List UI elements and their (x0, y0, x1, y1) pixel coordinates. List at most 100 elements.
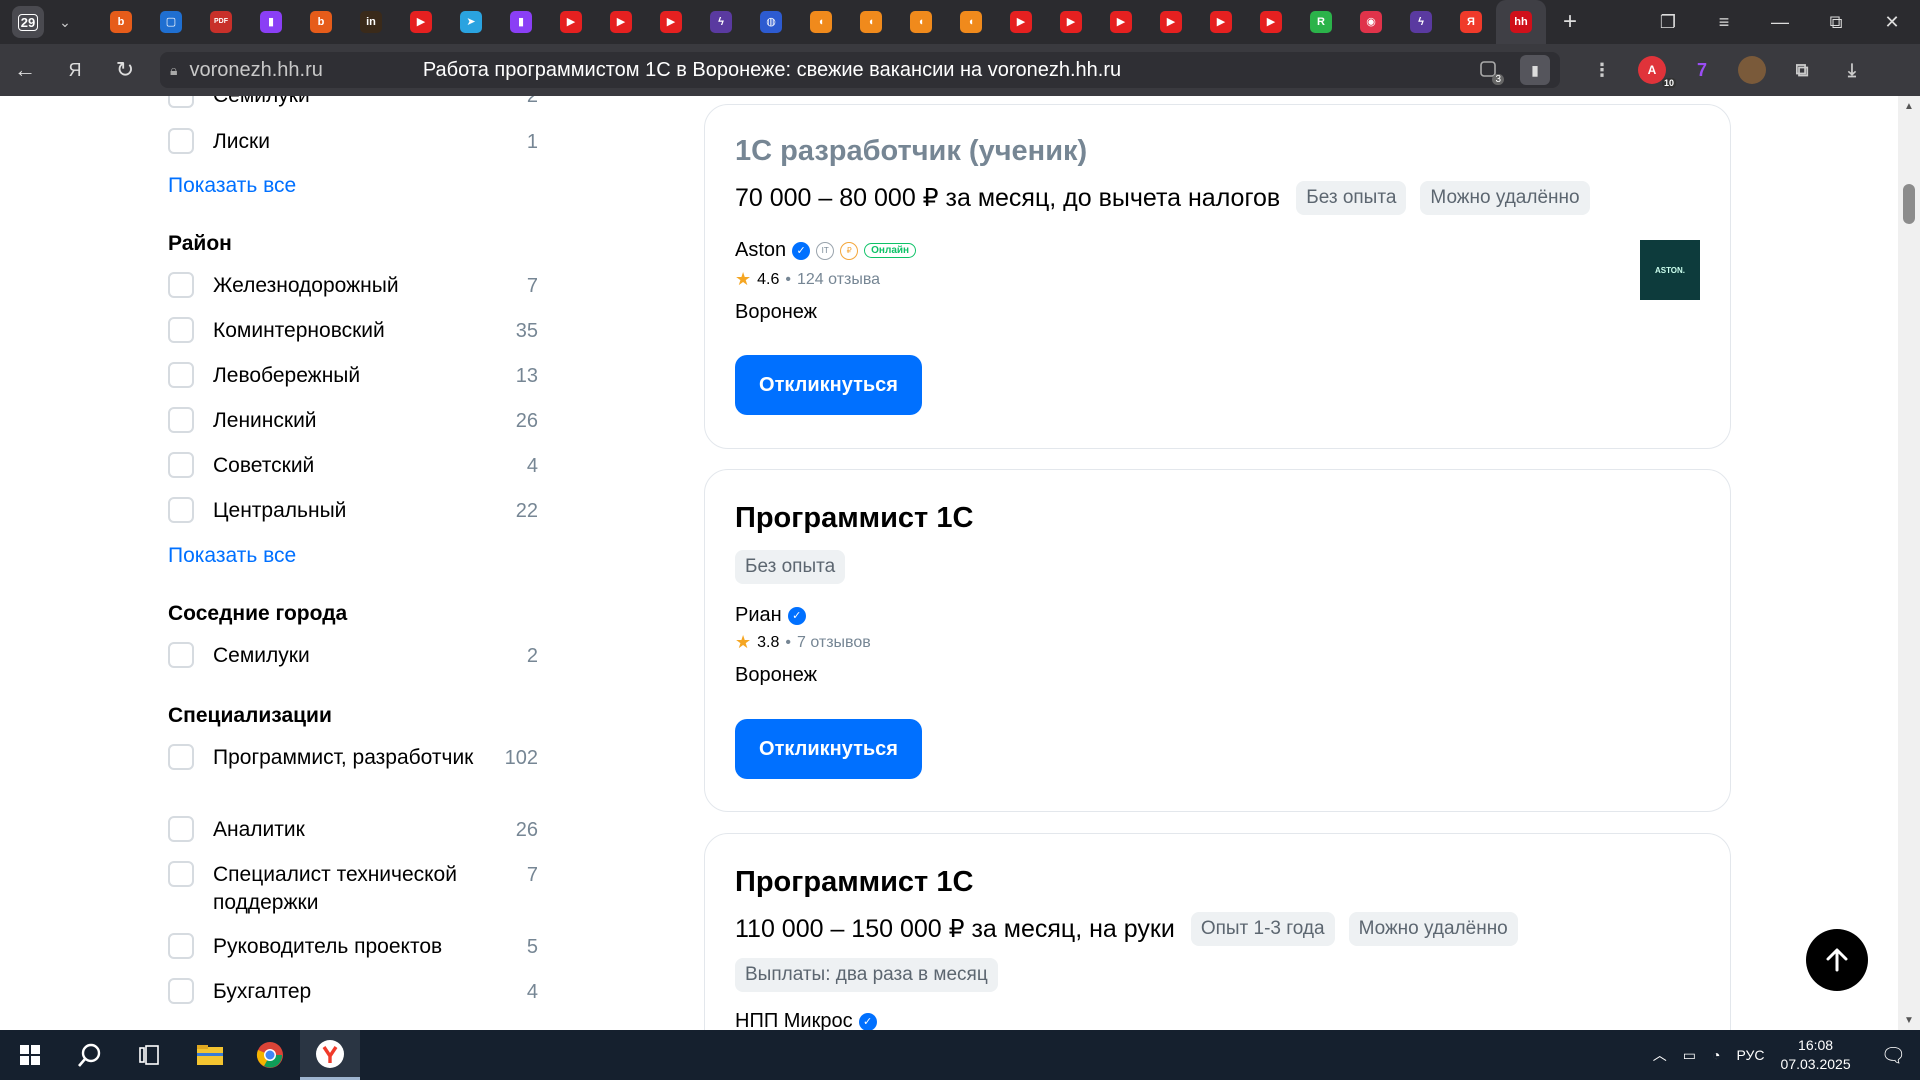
minimize-button[interactable]: — (1752, 0, 1808, 44)
filter-item[interactable]: Советский 4 (168, 452, 538, 480)
filter-checkbox[interactable] (168, 816, 194, 842)
tab-icon-25[interactable]: R (1296, 0, 1346, 44)
filter-checkbox[interactable] (168, 272, 194, 298)
scrollbar-thumb[interactable] (1903, 184, 1915, 224)
filter-item[interactable]: Аналитик 26 (168, 816, 538, 844)
filter-item[interactable]: Специалист технической поддержки 7 (168, 861, 538, 917)
menu-icon[interactable]: ≡ (1696, 0, 1752, 44)
tab-icon-22[interactable]: ▶ (1146, 0, 1196, 44)
extension-adblock-icon[interactable]: A 10 (1638, 56, 1676, 88)
tab-icon-6[interactable]: in (346, 0, 396, 44)
filter-checkbox[interactable] (168, 96, 194, 108)
tab-icon-19[interactable]: ▶ (996, 0, 1046, 44)
chevron-down-icon[interactable]: ⌄ (52, 6, 78, 38)
filter-item[interactable]: Коминтерновский 35 (168, 317, 538, 345)
notifications-icon[interactable]: 🗨︎ (1881, 1043, 1906, 1068)
tab-icon-1[interactable]: b (96, 0, 146, 44)
apply-button[interactable]: Откликнуться (735, 719, 922, 779)
tab-icon-16[interactable]: ◖ (846, 0, 896, 44)
tab-icon-28[interactable]: Я (1446, 0, 1496, 44)
filter-checkbox[interactable] (168, 744, 194, 770)
filter-item[interactable]: Лиски 1 (168, 128, 538, 156)
search-icon[interactable] (60, 1030, 120, 1080)
tab-icon-15[interactable]: ◖ (796, 0, 846, 44)
wifi-icon[interactable]: ◔ (1712, 1047, 1720, 1063)
tab-icon-27[interactable]: ϟ (1396, 0, 1446, 44)
windows-start-icon[interactable] (0, 1030, 60, 1080)
filter-item[interactable]: Программист, разработчик 102 (168, 744, 538, 772)
url-field[interactable]: 🔒︎ voronezh.hh.ru Работа программистом 1… (160, 52, 1560, 88)
restore-button[interactable]: ⧉ (1808, 0, 1864, 44)
tab-icon-17[interactable]: ◖ (896, 0, 946, 44)
tab-icon-10[interactable]: ▶ (546, 0, 596, 44)
language-indicator[interactable]: РУС (1736, 1047, 1764, 1063)
back-button[interactable]: ← (0, 44, 50, 96)
tab-icon-13[interactable]: ϟ (696, 0, 746, 44)
tab-icon-7[interactable]: ▶ (396, 0, 446, 44)
new-tab-button[interactable]: + (1552, 4, 1588, 40)
show-all-link[interactable]: Показать все (168, 544, 296, 568)
extensions-puzzle-icon[interactable]: ⧉ (1788, 56, 1816, 84)
filter-checkbox[interactable] (168, 452, 194, 478)
file-explorer-icon[interactable] (180, 1030, 240, 1080)
vacancy-title-link[interactable]: 1С разработчик (ученик) (735, 135, 1087, 168)
tab-icon-23[interactable]: ▶ (1196, 0, 1246, 44)
filter-checkbox[interactable] (168, 128, 194, 154)
clock[interactable]: 16:08 07.03.2025 (1781, 1036, 1851, 1074)
download-icon[interactable]: ⤓ (1838, 56, 1866, 84)
filter-checkbox[interactable] (168, 497, 194, 523)
scroll-up-arrow-icon[interactable]: ▲ (1898, 96, 1920, 116)
tab-icon-29[interactable]: hh (1496, 0, 1546, 44)
tab-icon-12[interactable]: ▶ (646, 0, 696, 44)
filter-checkbox[interactable] (168, 861, 194, 887)
company-name-link[interactable]: НПП Микрос (735, 1010, 853, 1030)
tab-icon-20[interactable]: ▶ (1046, 0, 1096, 44)
chevron-up-icon[interactable]: ︿ (1653, 1045, 1667, 1065)
filter-checkbox[interactable] (168, 362, 194, 388)
bookmark-icon[interactable]: ▮ (1520, 55, 1550, 85)
filter-checkbox[interactable] (168, 642, 194, 668)
company-name-link[interactable]: Риан (735, 604, 782, 627)
more-icon[interactable]: ⋮ (1588, 56, 1616, 84)
filter-item[interactable]: Ленинский 26 (168, 407, 538, 435)
company-rating[interactable]: ★ 4.6 • 124 отзыва (735, 269, 880, 290)
filter-checkbox[interactable] (168, 317, 194, 343)
filter-item[interactable]: Левобережный 13 (168, 362, 538, 390)
battery-icon[interactable]: ▭ (1683, 1047, 1696, 1064)
extension-avatar-icon[interactable] (1738, 56, 1766, 84)
tab-icon-14[interactable]: ◍ (746, 0, 796, 44)
filter-checkbox[interactable] (168, 978, 194, 1004)
chrome-icon[interactable] (240, 1030, 300, 1080)
tab-icon-4[interactable]: ▮ (246, 0, 296, 44)
extension-7tv-icon[interactable]: 7 (1688, 56, 1716, 84)
tab-icon-21[interactable]: ▶ (1096, 0, 1146, 44)
filter-item[interactable]: Железнодорожный 7 (168, 272, 538, 300)
company-logo[interactable]: ASTON. (1640, 240, 1700, 300)
yandex-browser-icon[interactable] (300, 1030, 360, 1080)
tab-badge-icon[interactable]: 3 (1476, 57, 1504, 85)
task-view-icon[interactable] (120, 1030, 180, 1080)
company-name-link[interactable]: Aston (735, 239, 786, 262)
show-all-link[interactable]: Показать все (168, 174, 296, 198)
filter-item[interactable]: Семилуки 2 (168, 642, 538, 670)
apply-button[interactable]: Откликнуться (735, 355, 922, 415)
close-button[interactable]: ✕ (1864, 0, 1920, 44)
filter-checkbox[interactable] (168, 407, 194, 433)
tab-icon-3[interactable]: PDF (196, 0, 246, 44)
tab-icon-18[interactable]: ◖ (946, 0, 996, 44)
vacancy-title-link[interactable]: Программист 1С (735, 866, 973, 899)
filter-item[interactable]: Бухгалтер 4 (168, 978, 538, 1006)
tab-icon-9[interactable]: ▮ (496, 0, 546, 44)
tab-icon-11[interactable]: ▶ (596, 0, 646, 44)
filter-item[interactable]: Центральный 22 (168, 497, 538, 525)
tab-icon-8[interactable]: ➤ (446, 0, 496, 44)
tab-icon-24[interactable]: ▶ (1246, 0, 1296, 44)
filter-item[interactable]: Семилуки 2 (168, 96, 538, 110)
yandex-home-icon[interactable]: Я (50, 44, 100, 96)
page-scrollbar[interactable]: ▲ ▼ (1898, 96, 1920, 1030)
tab-icon-5[interactable]: b (296, 0, 346, 44)
collections-icon[interactable]: ❐ (1640, 0, 1696, 44)
filter-checkbox[interactable] (168, 933, 194, 959)
company-rating[interactable]: ★ 3.8 • 7 отзывов (735, 632, 871, 653)
scroll-down-arrow-icon[interactable]: ▼ (1898, 1010, 1920, 1030)
